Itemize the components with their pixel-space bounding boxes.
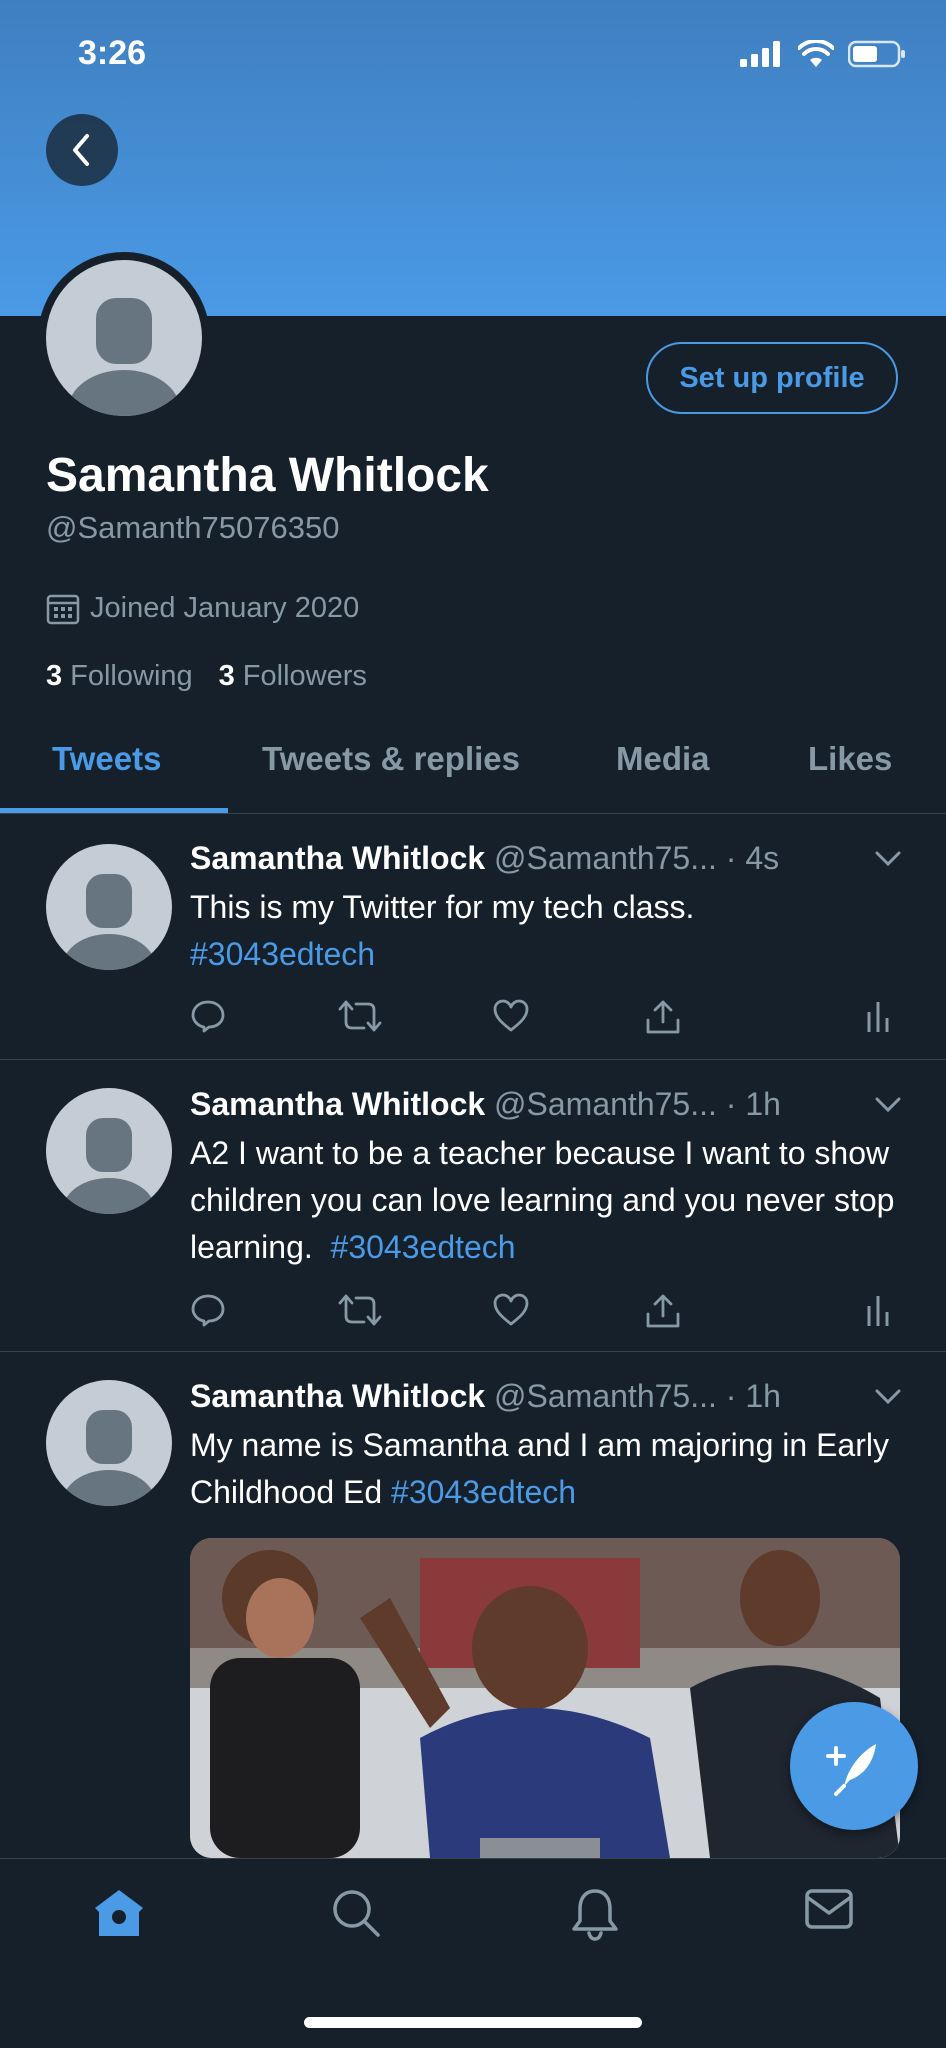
tweet-hashtag[interactable]: #3043edtech — [190, 936, 375, 972]
tweet-time: · 4s — [725, 840, 780, 876]
following-link[interactable]: 3 Following — [46, 660, 193, 693]
tweet-item[interactable]: Samantha Whitlock @Samanth75... · 4s Thi… — [0, 814, 946, 1060]
like-icon[interactable] — [492, 1292, 530, 1328]
reply-icon[interactable] — [190, 998, 226, 1034]
status-icons — [740, 40, 906, 68]
follow-stats: 3 Following 3 Followers — [46, 660, 367, 693]
chevron-down-icon[interactable] — [874, 1096, 902, 1114]
tweet-hashtag[interactable]: #3043edtech — [331, 1229, 516, 1265]
following-label: Following — [70, 660, 193, 692]
calendar-icon — [46, 594, 80, 624]
tweet-body: A2 I want to be a teacher because I want… — [190, 1135, 895, 1265]
following-count: 3 — [46, 660, 63, 692]
tweet-text: My name is Samantha and I am majoring in… — [190, 1422, 910, 1516]
tab-tweets-replies[interactable]: Tweets & replies — [262, 740, 520, 778]
mail-icon[interactable] — [804, 1887, 854, 1933]
chevron-down-icon[interactable] — [874, 850, 902, 868]
tweet-avatar[interactable] — [46, 1088, 172, 1214]
tweet-actions — [190, 1292, 896, 1332]
home-indicator[interactable] — [304, 2017, 642, 2028]
default-avatar-icon — [68, 298, 180, 416]
tweet-author-name: Samantha Whitlock — [190, 1378, 486, 1414]
chevron-down-icon[interactable] — [874, 1388, 902, 1406]
followers-label: Followers — [242, 660, 367, 692]
tweet-avatar[interactable] — [46, 844, 172, 970]
tweet-author-name: Samantha Whitlock — [190, 1086, 486, 1122]
compose-tweet-button[interactable] — [790, 1702, 918, 1830]
profile-handle: @Samanth75076350 — [46, 510, 340, 545]
tweet-header: Samantha Whitlock @Samanth75... · 1h — [190, 1378, 781, 1415]
tweet-hashtag[interactable]: #3043edtech — [391, 1474, 576, 1510]
profile-tabs: Tweets Tweets & replies Media Likes — [0, 730, 946, 814]
tweet-time: · 1h — [725, 1378, 781, 1414]
share-icon[interactable] — [644, 1292, 682, 1330]
reply-icon[interactable] — [190, 1292, 226, 1328]
analytics-icon[interactable] — [866, 998, 892, 1034]
share-icon[interactable] — [644, 998, 682, 1036]
default-avatar-icon — [63, 874, 155, 970]
bell-icon[interactable] — [570, 1887, 620, 1941]
tweet-body: This is my Twitter for my tech class. — [190, 889, 695, 925]
tweet-author-name: Samantha Whitlock — [190, 840, 486, 876]
set-up-profile-button[interactable]: Set up profile — [646, 342, 898, 414]
like-icon[interactable] — [492, 998, 530, 1034]
tab-tweets[interactable]: Tweets — [52, 740, 161, 778]
default-avatar-icon — [63, 1410, 155, 1506]
analytics-icon[interactable] — [866, 1292, 892, 1328]
default-avatar-icon — [63, 1118, 155, 1214]
status-time: 3:26 — [78, 34, 147, 72]
tweet-author-handle: @Samanth75... — [494, 1378, 717, 1414]
tab-media[interactable]: Media — [616, 740, 710, 778]
battery-icon — [848, 40, 905, 68]
tab-likes[interactable]: Likes — [808, 740, 892, 778]
tweet-time: · 1h — [725, 1086, 781, 1122]
tweet-item[interactable]: Samantha Whitlock @Samanth75... · 1h A2 … — [0, 1060, 946, 1352]
active-tab-indicator — [0, 808, 228, 813]
tweet-header: Samantha Whitlock @Samanth75... · 4s — [190, 840, 779, 877]
tweet-header: Samantha Whitlock @Samanth75... · 1h — [190, 1086, 781, 1123]
retweet-icon[interactable] — [338, 998, 382, 1034]
joined-label: Joined January 2020 — [90, 592, 360, 624]
signal-icon — [740, 41, 780, 67]
tweet-actions — [190, 998, 896, 1038]
back-button[interactable] — [46, 114, 118, 186]
tweet-text: This is my Twitter for my tech class. #3… — [190, 884, 910, 978]
compose-feather-icon — [826, 1744, 876, 1796]
followers-link[interactable]: 3 Followers — [219, 660, 367, 693]
chevron-left-icon — [73, 134, 89, 166]
tweet-avatar[interactable] — [46, 1380, 172, 1506]
home-icon[interactable] — [92, 1887, 146, 1939]
wifi-icon — [798, 40, 834, 67]
classroom-photo — [190, 1538, 900, 1858]
joined-date: Joined January 2020 — [46, 592, 359, 625]
tweet-author-handle: @Samanth75... — [494, 1086, 717, 1122]
tweet-author-handle: @Samanth75... — [494, 840, 717, 876]
tweet-media-image[interactable] — [190, 1538, 900, 1858]
followers-count: 3 — [218, 660, 235, 692]
tweet-text: A2 I want to be a teacher because I want… — [190, 1130, 910, 1271]
profile-name: Samantha Whitlock — [46, 449, 489, 502]
search-icon[interactable] — [330, 1887, 382, 1939]
retweet-icon[interactable] — [338, 1292, 382, 1328]
profile-avatar[interactable] — [38, 252, 210, 424]
